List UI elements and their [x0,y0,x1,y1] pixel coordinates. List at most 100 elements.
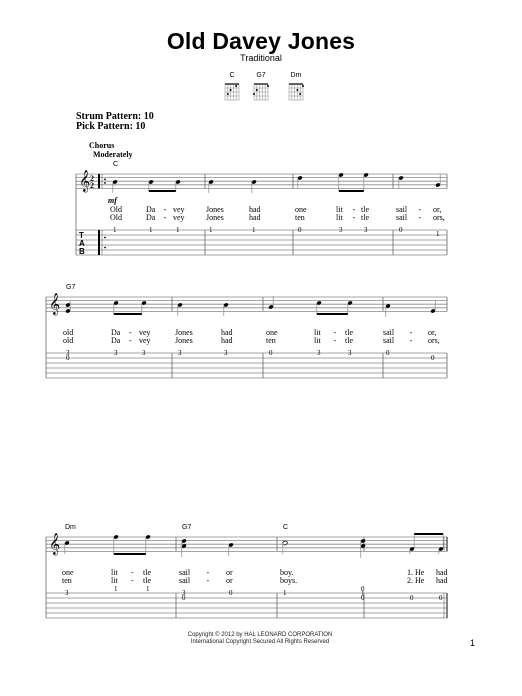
lyric-verse-2: old [63,336,73,345]
chord-diagram-g7: G7 [249,72,273,103]
fretboard-icon [288,83,304,101]
lyric-verse-2: had [249,213,261,222]
lyric-hyphen: - [334,336,337,345]
chord-symbol: G7 [66,284,75,291]
fretboard-icon [224,83,240,101]
chord-name: Dm [290,72,302,79]
composer: Traditional [240,53,282,63]
lyric-verse-2: had [436,576,448,585]
tab-fret-number: 0 [386,349,390,357]
lyric-verse-2: lit [111,576,118,585]
tab-fret-number: 3 [339,226,343,234]
pick-pattern: Pick Pattern: 10 [76,121,146,132]
lyric-hyphen: - [129,336,132,345]
section-label: Chorus [89,141,115,150]
tab-fret-number: 0 [431,354,435,362]
chord-symbol: Dm [65,524,76,531]
tab-fret-number: 0 [182,594,186,602]
lyric-verse-2: Da [146,213,156,222]
chord-name: C [229,72,235,79]
repeat-dot [104,236,106,239]
lyric-verse-2: Jones [175,336,193,345]
lyric-verse-2: ors, [428,336,440,345]
pattern-info: Strum Pattern: 10 Pick Pattern: 10 [76,112,154,132]
lyric-verse-2: tle [345,336,353,345]
lyric-verse-2: vey [173,213,185,222]
tab-clef-label: B [79,247,85,256]
lyric-verse-2: ors, [433,213,445,222]
chord-symbol: C [283,524,288,531]
repeat-dot [104,178,106,181]
song-title: Old Davey Jones [166,28,356,54]
lyric-verse-2: ten [62,576,72,585]
tab-fret-number: 3 [178,349,182,357]
lyric-verse-2: or [226,576,233,585]
chord-name: G7 [256,72,266,79]
lyric-verse-2: Da [111,336,121,345]
tab-fret-number: 1 [113,226,117,234]
treble-clef-icon: 𝄞 [49,533,60,556]
tab-fret-number: 3 [348,349,352,357]
tab-fret-number: 0 [269,349,273,357]
tab-fret-number: 1 [176,226,180,234]
tempo-marking: Moderately [93,150,133,159]
copyright-line: Copyright © 2012 by HAL LEONARD CORPORAT… [187,632,333,638]
tab-fret-number: 3 [364,226,368,234]
lyric-hyphen: - [353,213,356,222]
treble-clef-icon: 𝄞 [49,293,60,316]
music-system: 𝄞 22TABmfCOldOld1DaDa--1veyvey1JonesJones… [75,161,448,256]
chord-diagram-c: C [220,72,244,103]
tab-fret-number: 1 [209,226,213,234]
music-system: 𝄞Coldold1DaDa--1veyvey1JonesJones1hadhad… [0,398,522,518]
time-signature-bottom: 2 [90,181,94,190]
tab-fret-number: 1 [283,589,287,597]
tab-fret-number: 3 [224,349,228,357]
tab-fret-number: 0 [298,226,302,234]
repeat-dot [104,182,106,184]
tab-fret-number: 0 [439,594,443,602]
tab-fret-number: 3 [142,349,146,357]
chord-symbol: C [113,161,118,168]
lyric-verse-2: tle [143,576,151,585]
lyric-verse-2: ten [295,213,305,222]
fretboard-icon [253,83,269,101]
music-system: 𝄞Dm G7 Coneten3litlit--1tletle1sailsail--3… [45,524,448,619]
tab-fret-number: 0 [361,594,365,602]
chord-symbol: G7 [182,524,191,531]
tab-fret-number: 1 [114,585,118,593]
page-number: 1 [470,638,476,648]
chord-diagram-dm: Dm [284,72,308,103]
lyric-hyphen: - [207,576,210,585]
lyric-verse-2: lit [336,213,343,222]
lyric-hyphen: - [410,336,413,345]
music-system: 𝄞G7oldold30DaDa--3veyvey3JonesJones3hadh… [45,284,448,379]
lyric-verse-2: lit [314,336,321,345]
tab-fret-number: 3 [317,349,321,357]
lyric-verse-2: Jones [206,213,224,222]
tab-fret-number: 1 [252,226,256,234]
lyric-verse-2: Old [110,213,122,222]
treble-clef-icon: 𝄞 [79,170,90,193]
lyric-hyphen: - [164,213,167,222]
lyric-verse-2: sail [179,576,191,585]
tab-fret-number: 0 [229,589,233,597]
tab-fret-number: 0 [399,226,403,234]
lyric-hyphen: - [419,213,422,222]
lyric-verse-2: sail [383,336,395,345]
tab-fret-number: 0 [410,594,414,602]
dynamic-marking: mf [108,196,118,205]
tab-fret-number: 1 [146,585,150,593]
copyright-line: International Copyright Secured All Righ… [190,639,330,645]
lyric-verse-2: had [221,336,233,345]
lyric-verse-2: sail [396,213,408,222]
copyright-notice: Copyright © 2012 by HAL LEONARD CORPORAT… [160,632,360,646]
lyric-verse-2: boys. [280,576,297,585]
lyric-hyphen: - [131,576,134,585]
lyric-verse-2: 2. He [407,576,425,585]
repeat-dot [104,246,106,249]
tab-fret-number: 3 [65,589,69,597]
tab-fret-number: 0 [66,354,70,362]
lyric-verse-2: tle [361,213,369,222]
tab-fret-number: 3 [114,349,118,357]
tab-fret-number: 1 [436,230,440,238]
